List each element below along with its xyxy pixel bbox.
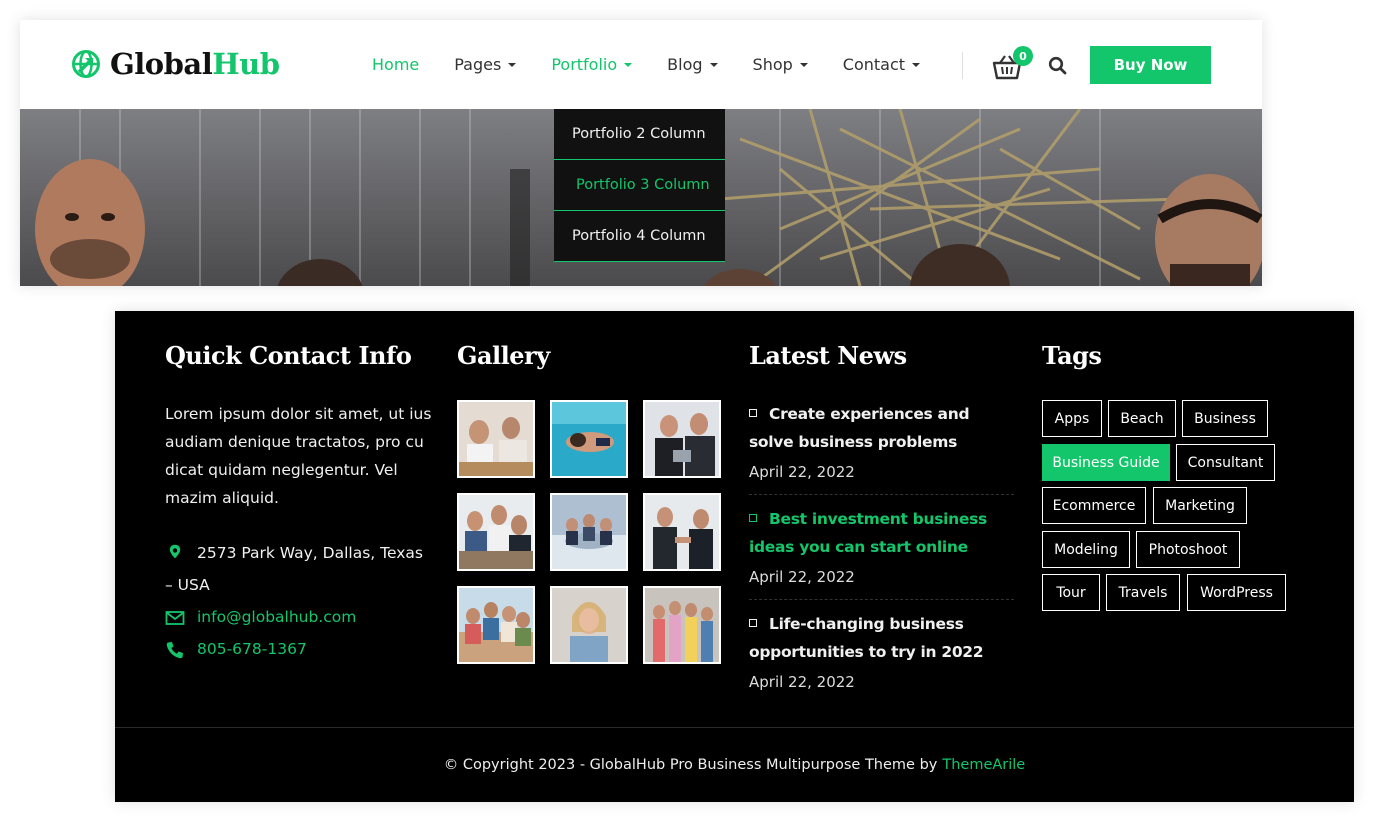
- tag-business[interactable]: Business: [1182, 400, 1268, 437]
- nav-item-portfolio[interactable]: Portfolio: [551, 55, 633, 74]
- email-link[interactable]: info@globalhub.com: [197, 608, 356, 626]
- square-bullet-icon: [749, 619, 757, 627]
- phone-row[interactable]: 805-678-1367: [165, 633, 307, 665]
- dropdown-item-portfolio-4-column[interactable]: Portfolio 4 Column: [554, 211, 725, 262]
- map-marker-icon: [169, 544, 181, 558]
- gallery-thumbnail[interactable]: [457, 586, 535, 664]
- tag-modeling[interactable]: Modeling: [1042, 531, 1130, 568]
- nav-item-label: Blog: [667, 55, 703, 74]
- address-row: 2573 Park Way, Dallas, Texas – USA: [165, 537, 430, 601]
- nav-item-blog[interactable]: Blog: [667, 55, 718, 74]
- news-item-title[interactable]: Life-changing business opportunities to …: [749, 610, 1014, 666]
- news-item-title[interactable]: Best investment business ideas you can s…: [749, 505, 1014, 561]
- globe-arrow-icon: [72, 50, 100, 78]
- phone-link[interactable]: 805-678-1367: [197, 640, 307, 658]
- address-text: 2573 Park Way, Dallas, Texas – USA: [165, 544, 423, 594]
- gallery-thumbnail[interactable]: [550, 400, 628, 478]
- site-footer: Quick Contact Info Lorem ipsum dolor sit…: [115, 311, 1354, 802]
- caret-down-icon: [709, 62, 718, 67]
- theme-author-link[interactable]: ThemeArile: [942, 757, 1025, 773]
- phone-icon: [166, 641, 183, 658]
- copyright-bar: © Copyright 2023 - GlobalHub Pro Busines…: [115, 727, 1354, 802]
- caret-down-icon: [799, 62, 808, 67]
- tag-apps[interactable]: Apps: [1042, 400, 1102, 437]
- news-item-date: April 22, 2022: [749, 463, 855, 481]
- tag-marketing[interactable]: Marketing: [1153, 487, 1247, 524]
- gallery-thumbnail[interactable]: [643, 586, 721, 664]
- tag-beach[interactable]: Beach: [1108, 400, 1176, 437]
- email-row[interactable]: info@globalhub.com: [165, 601, 356, 633]
- gallery-title: Gallery: [457, 341, 550, 370]
- about-text: Lorem ipsum dolor sit amet, ut ius audia…: [165, 405, 432, 507]
- portfolio-dropdown: Portfolio 2 Column Portfolio 3 Column Po…: [554, 109, 725, 262]
- tag-travels[interactable]: Travels: [1106, 574, 1180, 611]
- news-item-title-text: Life-changing business opportunities to …: [749, 615, 984, 661]
- contact-title: Quick Contact Info: [165, 341, 412, 370]
- gallery-thumbnail[interactable]: [550, 493, 628, 571]
- logo-text-part2: Hub: [212, 47, 280, 81]
- dropdown-item-portfolio-2-column[interactable]: Portfolio 2 Column: [554, 109, 725, 160]
- envelope-icon: [165, 610, 185, 625]
- site-header: GlobalHub Home Pages Portfolio Blog Shop…: [20, 20, 1262, 109]
- tag-tour[interactable]: Tour: [1042, 574, 1100, 611]
- news-item-title[interactable]: Create experiences and solve business pr…: [749, 400, 1014, 456]
- news-list: Create experiences and solve business pr…: [749, 400, 1014, 714]
- square-bullet-icon: [749, 409, 757, 417]
- tag-wordpress[interactable]: WordPress: [1187, 574, 1286, 611]
- tags-title: Tags: [1042, 341, 1102, 370]
- nav-item-pages[interactable]: Pages: [454, 55, 517, 74]
- cart-count-badge: 0: [1013, 46, 1033, 66]
- logo-text-part1: Global: [110, 47, 213, 81]
- nav-item-label: Pages: [454, 55, 502, 74]
- nav-divider: [962, 52, 963, 79]
- dropdown-item-portfolio-3-column[interactable]: Portfolio 3 Column: [554, 160, 725, 211]
- gallery-thumbnail[interactable]: [550, 586, 628, 664]
- logo-text: GlobalHub: [110, 47, 280, 81]
- gallery-thumbnail[interactable]: [457, 493, 535, 571]
- copyright-text: © Copyright 2023 - GlobalHub Pro Busines…: [443, 757, 938, 773]
- news-item: Life-changing business opportunities to …: [749, 610, 1014, 704]
- gallery-thumbnail[interactable]: [643, 400, 721, 478]
- caret-down-icon: [912, 62, 921, 67]
- caret-down-icon: [508, 62, 517, 67]
- square-bullet-icon: [749, 514, 757, 522]
- gallery-thumbnail[interactable]: [457, 400, 535, 478]
- main-nav: Home Pages Portfolio Blog Shop Contact: [372, 20, 955, 109]
- nav-item-label: Shop: [752, 55, 793, 74]
- news-item-title-text: Create experiences and solve business pr…: [749, 405, 970, 451]
- news-item: Create experiences and solve business pr…: [749, 400, 1014, 495]
- caret-down-icon: [624, 62, 633, 67]
- tag-photoshoot[interactable]: Photoshoot: [1136, 531, 1240, 568]
- news-item-date: April 22, 2022: [749, 673, 855, 691]
- gallery-thumbnail[interactable]: [643, 493, 721, 571]
- news-item-title-text: Best investment business ideas you can s…: [749, 510, 987, 556]
- tag-business-guide[interactable]: Business Guide: [1042, 444, 1170, 481]
- news-item: Best investment business ideas you can s…: [749, 505, 1014, 600]
- search-icon[interactable]: [1048, 56, 1067, 75]
- nav-item-contact[interactable]: Contact: [842, 55, 921, 74]
- nav-item-label: Home: [372, 55, 420, 74]
- tag-consultant[interactable]: Consultant: [1176, 444, 1275, 481]
- logo[interactable]: GlobalHub: [70, 47, 280, 81]
- buy-now-button[interactable]: Buy Now: [1090, 46, 1211, 84]
- news-title: Latest News: [749, 341, 907, 370]
- nav-item-label: Contact: [842, 55, 906, 74]
- nav-item-label: Portfolio: [551, 55, 618, 74]
- header-preview: GlobalHub Home Pages Portfolio Blog Shop…: [20, 20, 1262, 286]
- nav-item-home[interactable]: Home: [372, 55, 419, 74]
- news-item-date: April 22, 2022: [749, 568, 855, 586]
- tag-ecommerce[interactable]: Ecommerce: [1042, 487, 1146, 524]
- nav-item-shop[interactable]: Shop: [753, 55, 808, 74]
